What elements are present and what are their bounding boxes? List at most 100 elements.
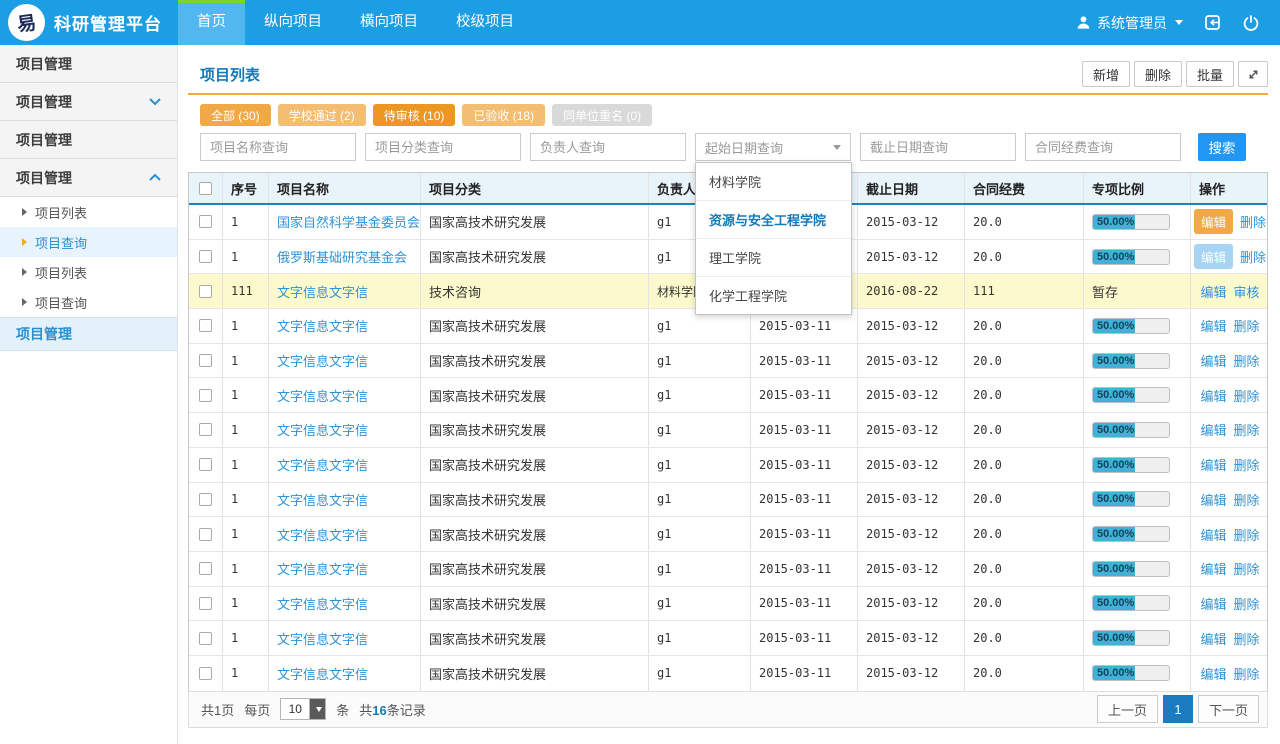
search-input[interactable] — [1025, 133, 1181, 161]
dropdown-option[interactable]: 化学工程学院 — [696, 277, 851, 314]
row-checkbox[interactable] — [199, 285, 212, 298]
row-checkbox[interactable] — [199, 562, 212, 575]
row-checkbox[interactable] — [199, 319, 212, 332]
row-checkbox[interactable] — [199, 493, 212, 506]
prev-page-button[interactable]: 上一页 — [1097, 695, 1158, 723]
search-input[interactable] — [860, 133, 1016, 161]
nav-item[interactable]: 首页 — [178, 0, 245, 45]
sidebar-subitem[interactable]: 项目列表 — [0, 257, 177, 287]
action-link[interactable]: 审核 — [1234, 282, 1260, 301]
fund-value: 20.0 — [973, 458, 1002, 472]
project-name-link[interactable]: 文字信息文字信 — [277, 420, 368, 439]
action-link[interactable]: 删除 — [1240, 212, 1266, 231]
switch-account-button[interactable] — [1203, 13, 1222, 32]
project-name-link[interactable]: 文字信息文字信 — [277, 559, 368, 578]
toolbar-button[interactable]: 新增 — [1082, 61, 1130, 87]
filter-button[interactable]: 学校通过 (2) — [278, 104, 366, 126]
action-link[interactable]: 删除 — [1234, 559, 1260, 578]
nav-item[interactable]: 校级项目 — [437, 0, 533, 45]
dropdown-option[interactable]: 理工学院 — [696, 239, 851, 277]
per-page-dropdown-button[interactable] — [309, 699, 325, 719]
row-checkbox[interactable] — [199, 354, 212, 367]
current-page-button[interactable]: 1 — [1163, 695, 1193, 723]
search-input[interactable] — [530, 133, 686, 161]
sidebar-subitem[interactable]: 项目查询 — [0, 227, 177, 257]
row-checkbox[interactable] — [199, 667, 212, 680]
project-name-link[interactable]: 文字信息文字信 — [277, 455, 368, 474]
action-button[interactable]: 编辑 — [1194, 244, 1233, 269]
search-input[interactable] — [365, 133, 521, 161]
filter-button[interactable]: 已验收 (18) — [462, 104, 545, 126]
filter-button[interactable]: 同单位重名 (0) — [552, 104, 652, 126]
action-link[interactable]: 删除 — [1234, 316, 1260, 335]
search-button[interactable]: 搜索 — [1198, 133, 1246, 161]
row-checkbox[interactable] — [199, 389, 212, 402]
project-name-link[interactable]: 文字信息文字信 — [277, 282, 368, 301]
sidebar-section[interactable]: 项目管理 — [0, 83, 177, 121]
toolbar-button[interactable]: 批量 — [1186, 61, 1234, 87]
action-link[interactable]: 删除 — [1234, 420, 1260, 439]
action-link[interactable]: 编辑 — [1200, 455, 1226, 474]
sidebar-section[interactable]: 项目管理 — [0, 45, 177, 83]
project-name-link[interactable]: 文字信息文字信 — [277, 351, 368, 370]
project-name-link[interactable]: 俄罗斯基础研究基金会 — [277, 247, 407, 266]
action-link[interactable]: 编辑 — [1200, 525, 1226, 544]
nav-item[interactable]: 纵向项目 — [245, 0, 341, 45]
action-link[interactable]: 删除 — [1234, 386, 1260, 405]
user-menu[interactable]: 系统管理员 — [1076, 13, 1183, 33]
sidebar-link[interactable]: 项目管理 — [0, 317, 177, 351]
action-link[interactable]: 删除 — [1234, 664, 1260, 683]
action-link[interactable]: 删除 — [1240, 247, 1266, 266]
action-link[interactable]: 编辑 — [1200, 386, 1226, 405]
toolbar-button[interactable]: 删除 — [1134, 61, 1182, 87]
select-all-checkbox[interactable] — [199, 182, 212, 195]
nav-item[interactable]: 横向项目 — [341, 0, 437, 45]
action-link[interactable]: 编辑 — [1200, 594, 1226, 613]
action-link[interactable]: 删除 — [1234, 525, 1260, 544]
sidebar-section[interactable]: 项目管理 — [0, 121, 177, 159]
action-link[interactable]: 编辑 — [1200, 490, 1226, 509]
date-select[interactable]: 起始日期查询材料学院资源与安全工程学院理工学院化学工程学院 — [695, 133, 851, 161]
row-checkbox[interactable] — [199, 423, 212, 436]
row-checkbox[interactable] — [199, 528, 212, 541]
row-checkbox[interactable] — [199, 250, 212, 263]
search-input[interactable] — [200, 133, 356, 161]
row-checkbox[interactable] — [199, 632, 212, 645]
action-link[interactable]: 删除 — [1234, 629, 1260, 648]
sidebar-subitem[interactable]: 项目列表 — [0, 197, 177, 227]
expand-button[interactable] — [1238, 61, 1268, 87]
project-name-link[interactable]: 文字信息文字信 — [277, 316, 368, 335]
sidebar-subitem[interactable]: 项目查询 — [0, 287, 177, 317]
logout-button[interactable] — [1242, 14, 1260, 32]
action-link[interactable]: 编辑 — [1200, 282, 1226, 301]
action-button[interactable]: 编辑 — [1194, 209, 1233, 234]
action-link[interactable]: 删除 — [1234, 455, 1260, 474]
row-checkbox[interactable] — [199, 458, 212, 471]
filter-button[interactable]: 待审核 (10) — [373, 104, 456, 126]
project-name-link[interactable]: 文字信息文字信 — [277, 664, 368, 683]
project-name-link[interactable]: 文字信息文字信 — [277, 386, 368, 405]
action-link[interactable]: 删除 — [1234, 351, 1260, 370]
dropdown-option[interactable]: 材料学院 — [696, 163, 851, 201]
row-checkbox[interactable] — [199, 597, 212, 610]
action-link[interactable]: 编辑 — [1200, 351, 1226, 370]
row-checkbox[interactable] — [199, 215, 212, 228]
action-link[interactable]: 编辑 — [1200, 629, 1226, 648]
filter-button[interactable]: 全部 (30) — [200, 104, 271, 126]
sidebar-section[interactable]: 项目管理 — [0, 159, 177, 197]
checkbox-cell — [189, 483, 223, 517]
action-link[interactable]: 编辑 — [1200, 316, 1226, 335]
action-link[interactable]: 删除 — [1234, 594, 1260, 613]
per-page-select[interactable]: 10 — [280, 698, 326, 720]
project-name-link[interactable]: 文字信息文字信 — [277, 525, 368, 544]
action-link[interactable]: 编辑 — [1200, 664, 1226, 683]
project-name-link[interactable]: 文字信息文字信 — [277, 629, 368, 648]
project-name-link[interactable]: 文字信息文字信 — [277, 594, 368, 613]
project-name-link[interactable]: 文字信息文字信 — [277, 490, 368, 509]
action-link[interactable]: 删除 — [1234, 490, 1260, 509]
action-link[interactable]: 编辑 — [1200, 559, 1226, 578]
next-page-button[interactable]: 下一页 — [1198, 695, 1259, 723]
dropdown-option[interactable]: 资源与安全工程学院 — [696, 201, 851, 239]
action-link[interactable]: 编辑 — [1200, 420, 1226, 439]
project-name-link[interactable]: 国家自然科学基金委员会 — [277, 212, 420, 231]
